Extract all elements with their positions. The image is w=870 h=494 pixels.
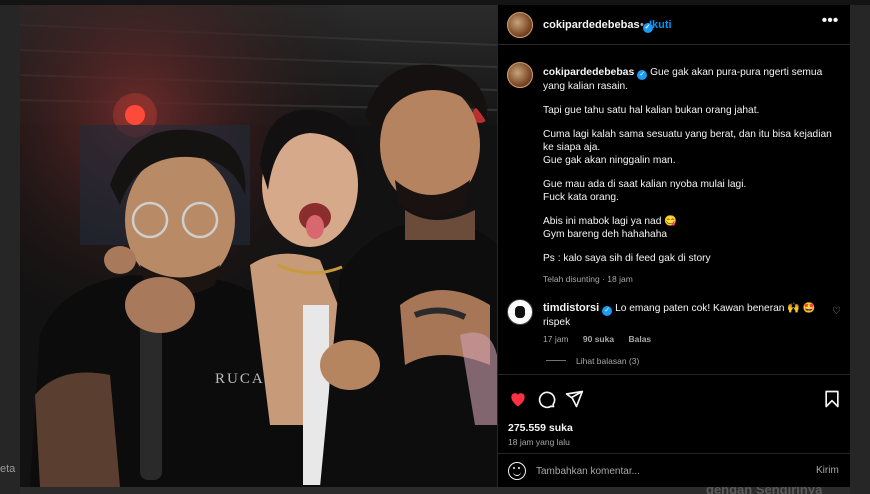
- post-header: cokipardedebebas ✓ • Ikuti •••: [498, 5, 851, 45]
- likes-count[interactable]: 275.559 suka: [508, 422, 573, 434]
- caption-username[interactable]: cokipardedebebas: [543, 67, 634, 78]
- more-options-icon[interactable]: •••: [820, 13, 840, 34]
- add-comment-bar: Kirim: [498, 453, 851, 488]
- author-username[interactable]: cokipardedebebas: [543, 19, 640, 31]
- comment-input[interactable]: [536, 462, 796, 480]
- save-bookmark-icon[interactable]: [822, 389, 844, 411]
- backdrop-left-text: eta: [0, 463, 16, 475]
- post-photo[interactable]: RUCAS: [20, 5, 497, 487]
- comment-time: 17 jam: [543, 334, 569, 344]
- caption-author-avatar[interactable]: [507, 62, 533, 88]
- post-caption: cokipardedebebas ✓ Gue gak akan pura-pura…: [543, 66, 839, 276]
- share-paper-plane-icon[interactable]: [564, 389, 586, 411]
- caption-line-3: Cuma lagi kalah sama sesuatu yang berat,…: [543, 129, 832, 153]
- header-separator: •: [640, 19, 644, 31]
- author-username-row[interactable]: cokipardedebebas ✓: [543, 19, 653, 33]
- caption-verified-badge-icon: ✓: [637, 70, 648, 80]
- caption-line-8: Gym bareng deh hahahaha: [543, 229, 668, 240]
- commenter-avatar[interactable]: [507, 299, 533, 325]
- caption-line-2: Tapi gue tahu satu hal kalian bukan oran…: [543, 105, 760, 116]
- caption-line-7: Abis ini mabok lagi ya nad 😋: [543, 216, 677, 227]
- comment-reply-button[interactable]: Balas: [628, 334, 651, 344]
- comment-bubble-icon[interactable]: [536, 389, 558, 411]
- like-heart-icon[interactable]: [508, 389, 530, 411]
- caption-line-6: Fuck kata orang.: [543, 192, 619, 203]
- caption-line-9: Ps : kalo saya sih di feed gak di story: [543, 253, 711, 264]
- follow-button[interactable]: Ikuti: [649, 19, 672, 31]
- edited-label: Telah disunting · 18 jam: [543, 274, 633, 284]
- view-replies-button[interactable]: Lihat balasan (3): [546, 356, 639, 366]
- view-replies-label: Lihat balasan (3): [576, 356, 640, 366]
- caption-line-5: Gue mau ada di saat kalian nyoba mulai l…: [543, 179, 747, 190]
- posted-time: 18 jam yang lalu: [508, 437, 570, 447]
- post-side-panel: cokipardedebebas ✓ • Ikuti ••• cokiparded…: [497, 5, 851, 487]
- comment-likes[interactable]: 90 suka: [583, 334, 614, 344]
- send-comment-button[interactable]: Kirim: [816, 465, 839, 476]
- comment-body: timdistorsi ✓ Lo emang paten cok! Kawan b…: [543, 302, 823, 329]
- commenter-username[interactable]: timdistorsi: [543, 302, 599, 314]
- commenter-verified-badge-icon: ✓: [602, 306, 613, 316]
- author-avatar[interactable]: [507, 12, 533, 38]
- comment-like-heart-icon[interactable]: ♡: [832, 306, 841, 317]
- photo-illustration: RUCAS: [20, 5, 497, 487]
- comment-meta: 17 jam 90 suka Balas: [543, 334, 663, 344]
- post-actions: 275.559 suka 18 jam yang lalu Kirim: [498, 374, 851, 487]
- emoji-smile-icon[interactable]: [508, 462, 526, 480]
- caption-line-4: Gue gak akan ninggalin man.: [543, 155, 676, 166]
